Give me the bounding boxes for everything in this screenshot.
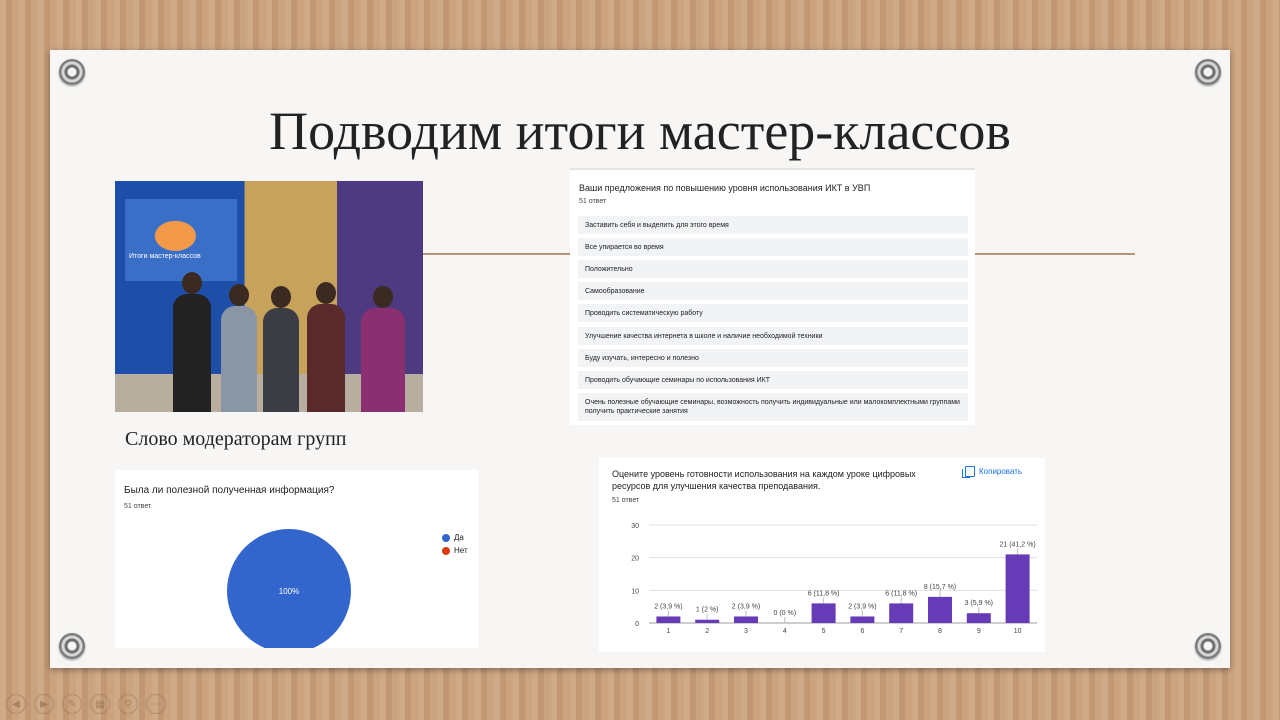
x-tick-label: 5 <box>822 628 826 635</box>
card-question: Ваши предложения по повышению уровня исп… <box>579 183 871 193</box>
data-label: 2 (3,9 %) <box>848 603 876 610</box>
bar <box>966 613 991 623</box>
legend-item-no: Нет <box>442 546 468 555</box>
divider-line <box>975 253 1135 255</box>
pie-slice-label: 100% <box>279 587 299 596</box>
pen-icon[interactable]: ✎ <box>62 694 82 714</box>
moderators-caption: Слово модераторам групп <box>125 428 347 450</box>
next-icon[interactable]: ▶ <box>34 694 54 714</box>
x-tick-label: 7 <box>899 628 903 635</box>
slides-icon[interactable]: ▦ <box>90 694 110 714</box>
screw-icon <box>59 633 85 659</box>
event-photo: Итоги мастер-классов <box>115 181 423 412</box>
x-tick-label: 9 <box>977 628 981 635</box>
data-label: 2 (3,9 %) <box>732 603 760 610</box>
bar-chart-card: Оцените уровень готовности использования… <box>599 458 1045 652</box>
x-tick-label: 3 <box>744 628 748 635</box>
x-tick-label: 6 <box>860 628 864 635</box>
legend-label: Нет <box>454 546 468 555</box>
data-label: 1 (2 %) <box>696 607 719 614</box>
pie-chart-card: Была ли полезной полученная информация? … <box>115 470 478 648</box>
screw-icon <box>1195 59 1221 85</box>
bar <box>734 616 758 623</box>
response-count: 51 ответ <box>579 198 607 205</box>
data-label: 6 (11,8 %) <box>885 590 917 597</box>
person-figure <box>361 286 405 412</box>
legend-dot-icon <box>442 546 450 555</box>
x-tick-label: 4 <box>783 628 787 635</box>
x-tick-label: 2 <box>705 628 709 635</box>
y-tick-label: 0 <box>635 621 639 628</box>
legend-label: Да <box>454 533 464 542</box>
person-figure <box>221 284 257 412</box>
data-label: 6 (11,8 %) <box>808 590 840 597</box>
data-label: 3 (5,9 %) <box>965 600 993 607</box>
person-figure <box>173 272 211 412</box>
x-tick-label: 8 <box>938 628 942 635</box>
y-tick-label: 30 <box>631 523 639 530</box>
legend-item-yes: Да <box>442 533 464 542</box>
list-item: Проводить обучающие семинары по использо… <box>578 371 968 389</box>
data-label: 0 (0 %) <box>774 610 797 617</box>
screw-icon <box>59 59 85 85</box>
data-label: 21 (41,2 %) <box>1000 541 1036 548</box>
bar <box>850 616 875 623</box>
bar-chart: 0 10 20 30 2 (3,9 %) 1 1 (2 %) 2 2 (3,9 %) 3 0 (0 … <box>631 523 1037 635</box>
x-tick-label: 10 <box>1014 628 1022 635</box>
screw-icon <box>1195 633 1221 659</box>
list-item: Все упирается во время <box>578 238 968 256</box>
zoom-icon[interactable]: ⚲ <box>118 694 138 714</box>
person-figure <box>307 282 345 412</box>
presentation-toolbar: ◀ ▶ ✎ ▦ ⚲ ⋯ <box>6 694 166 714</box>
list-item: Проводить систематическую работу <box>578 304 968 322</box>
bar <box>695 619 720 623</box>
pie-chart: 100% <box>227 529 351 648</box>
bar <box>889 603 914 623</box>
y-tick-label: 10 <box>631 588 639 595</box>
suggestions-card: Ваши предложения по повышению уровня исп… <box>570 168 975 425</box>
more-icon[interactable]: ⋯ <box>146 694 166 714</box>
data-label: 2 (3,9 %) <box>654 603 682 610</box>
presentation-screen <box>125 199 237 281</box>
person-figure <box>263 286 299 412</box>
slide-title: Подводим итоги мастер-классов <box>269 101 1011 161</box>
slide: Подводим итоги мастер-классов Итоги маст… <box>50 50 1230 668</box>
bar <box>1005 554 1030 623</box>
previous-icon[interactable]: ◀ <box>6 694 26 714</box>
list-item: Очень полезные обучающие семинары, возмо… <box>578 393 968 421</box>
screen-caption: Итоги мастер-классов <box>129 253 201 260</box>
divider-line <box>423 253 573 255</box>
list-item: Самообразование <box>578 282 968 300</box>
bar <box>656 616 681 623</box>
bar <box>928 596 952 623</box>
list-item: Положительно <box>578 260 968 278</box>
legend-dot-icon <box>442 533 450 542</box>
list-item: Заставить себя и выделить для этого врем… <box>578 216 968 234</box>
bar <box>811 603 836 623</box>
list-item: Буду изучать, интересно и полезно <box>578 349 968 367</box>
x-tick-label: 1 <box>666 628 670 635</box>
data-label: 8 (15,7 %) <box>924 584 956 591</box>
list-item: Улучшение качества интернета в школе и н… <box>578 327 968 345</box>
y-tick-label: 20 <box>631 556 639 563</box>
